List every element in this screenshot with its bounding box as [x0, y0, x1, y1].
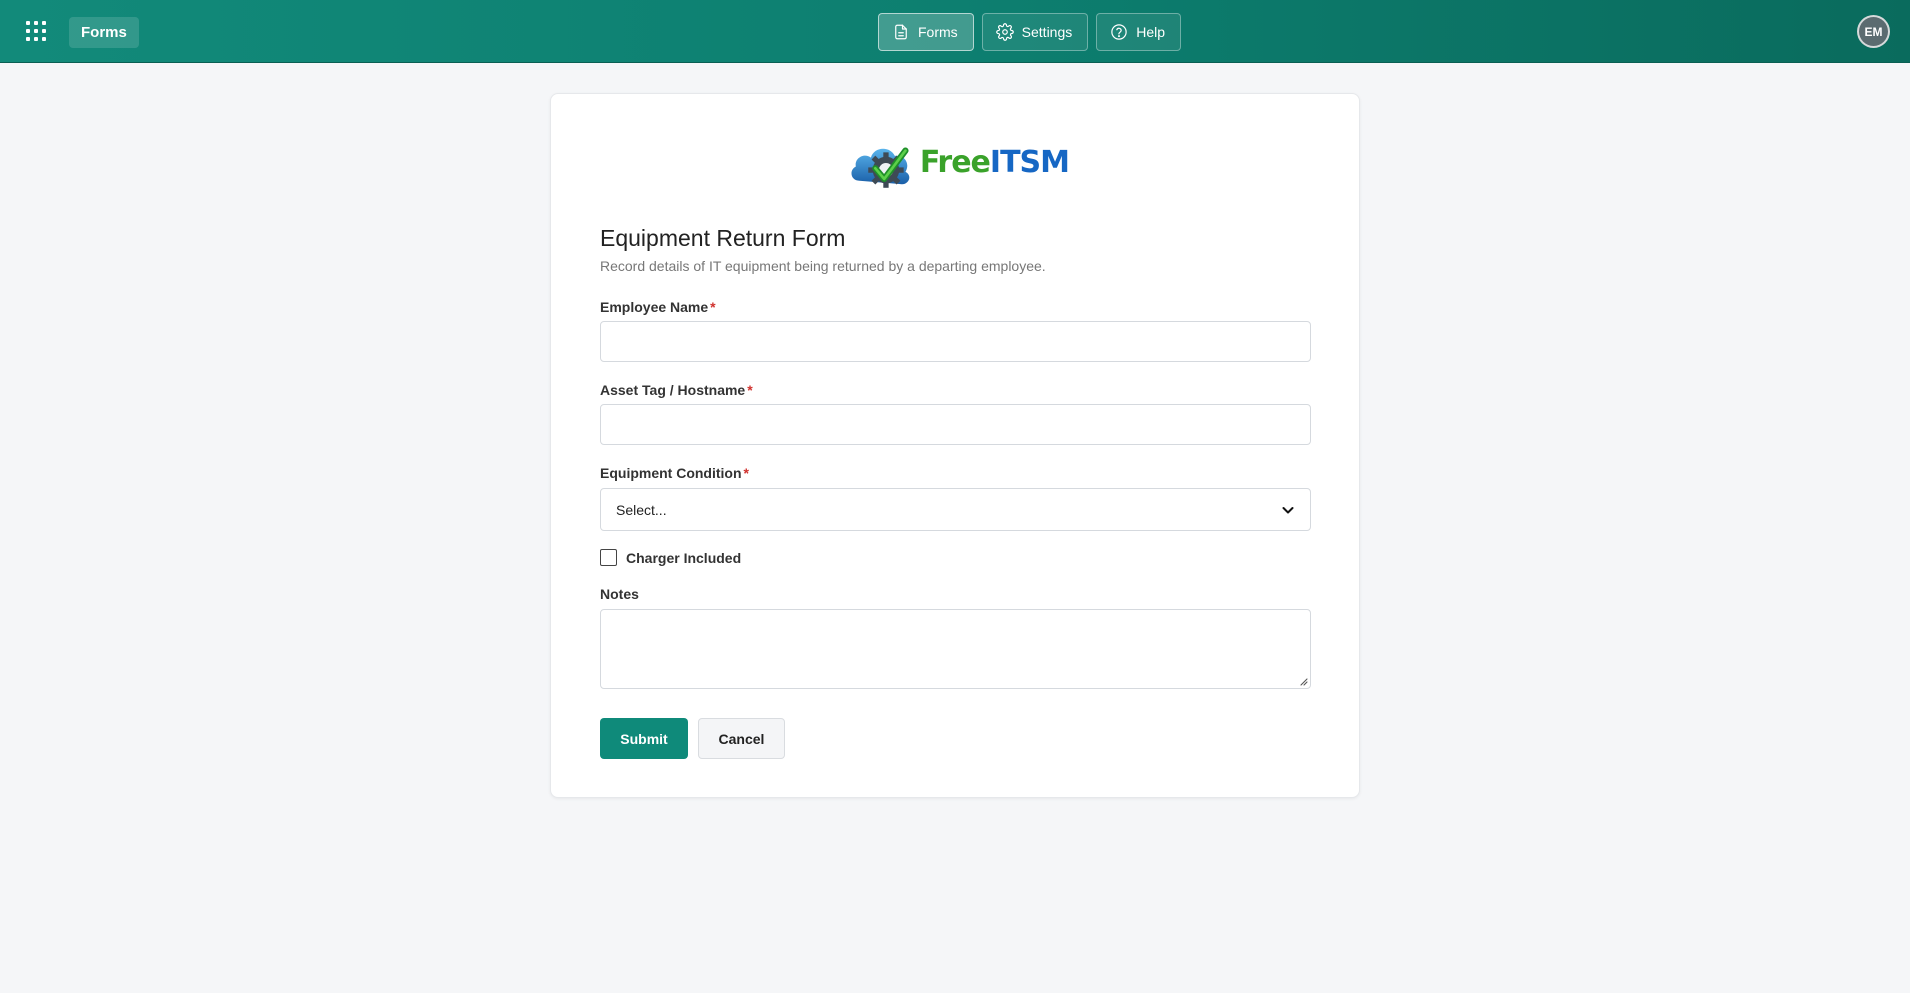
help-circle-icon: [1111, 24, 1127, 40]
required-marker: *: [747, 382, 753, 398]
employee-name-input[interactable]: [600, 321, 1311, 362]
resize-grip-icon[interactable]: [1298, 676, 1308, 686]
asset-tag-label-text: Asset Tag / Hostname: [600, 382, 746, 398]
submit-button[interactable]: Submit: [600, 718, 688, 759]
employee-name-label: Employee Name *: [600, 299, 716, 315]
document-icon: [895, 24, 907, 40]
nav-settings-label: Settings: [1021, 24, 1073, 40]
equipment-condition-label: Equipment Condition *: [600, 465, 749, 481]
top-bar: Forms Forms Settings Help EM: [0, 0, 1910, 63]
charger-included-row: Charger Included: [600, 549, 741, 566]
main-nav: Forms Settings Help: [878, 13, 1182, 51]
nav-forms-button[interactable]: Forms: [878, 13, 974, 51]
cancel-button[interactable]: Cancel: [698, 718, 785, 759]
user-avatar[interactable]: EM: [1857, 15, 1890, 48]
logo-wordmark: FreeITSM: [919, 145, 1070, 180]
charger-included-label[interactable]: Charger Included: [626, 550, 741, 566]
form-description: Record details of IT equipment being ret…: [600, 258, 1046, 274]
logo-word-free: Free: [919, 145, 991, 180]
app-name-badge[interactable]: Forms: [69, 17, 139, 48]
asset-tag-label: Asset Tag / Hostname *: [600, 382, 753, 398]
equipment-condition-label-text: Equipment Condition: [600, 465, 742, 481]
notes-textarea[interactable]: [600, 609, 1311, 689]
logo-word-itsm: ITSM: [989, 145, 1070, 180]
nav-forms-label: Forms: [918, 24, 958, 40]
form-title: Equipment Return Form: [600, 225, 846, 251]
equipment-condition-select[interactable]: Select...: [600, 488, 1311, 531]
gear-icon: [995, 23, 1014, 41]
equipment-condition-selected: Select...: [616, 501, 667, 518]
nav-settings-button[interactable]: Settings: [981, 13, 1089, 51]
charger-included-checkbox[interactable]: [600, 549, 617, 566]
employee-name-label-text: Employee Name: [600, 299, 709, 315]
nav-help-label: Help: [1136, 24, 1166, 40]
cloud-gear-check-icon: [851, 147, 910, 188]
freeitsm-logo: FreeITSM: [847, 132, 1070, 194]
required-marker: *: [743, 465, 749, 481]
app-launcher-icon[interactable]: [24, 19, 48, 43]
notes-label: Notes: [600, 586, 639, 602]
notes-label-text: Notes: [600, 586, 639, 602]
chevron-down-icon: [1282, 506, 1294, 513]
required-marker: *: [710, 299, 716, 315]
nav-help-button[interactable]: Help: [1096, 13, 1182, 51]
form-card: FreeITSM Equipment Return Form Record de…: [550, 93, 1360, 798]
asset-tag-input[interactable]: [600, 404, 1311, 445]
